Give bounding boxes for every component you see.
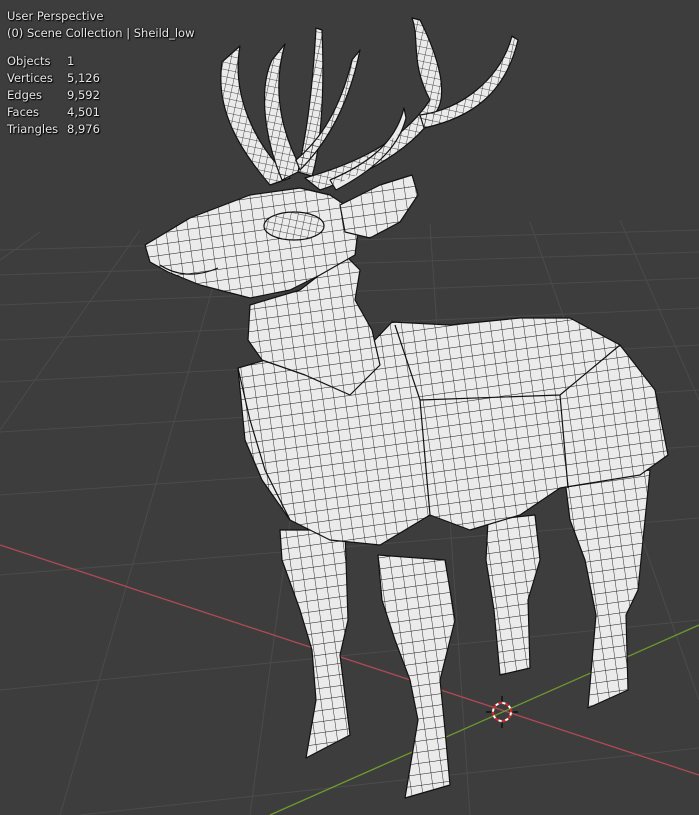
deer-mesh-model[interactable]	[144, 17, 669, 799]
3d-viewport[interactable]: User Perspective (0) Scene Collection | …	[0, 0, 699, 815]
head-neck	[144, 174, 419, 396]
front-legs	[279, 529, 456, 799]
scene-canvas[interactable]	[0, 0, 699, 815]
